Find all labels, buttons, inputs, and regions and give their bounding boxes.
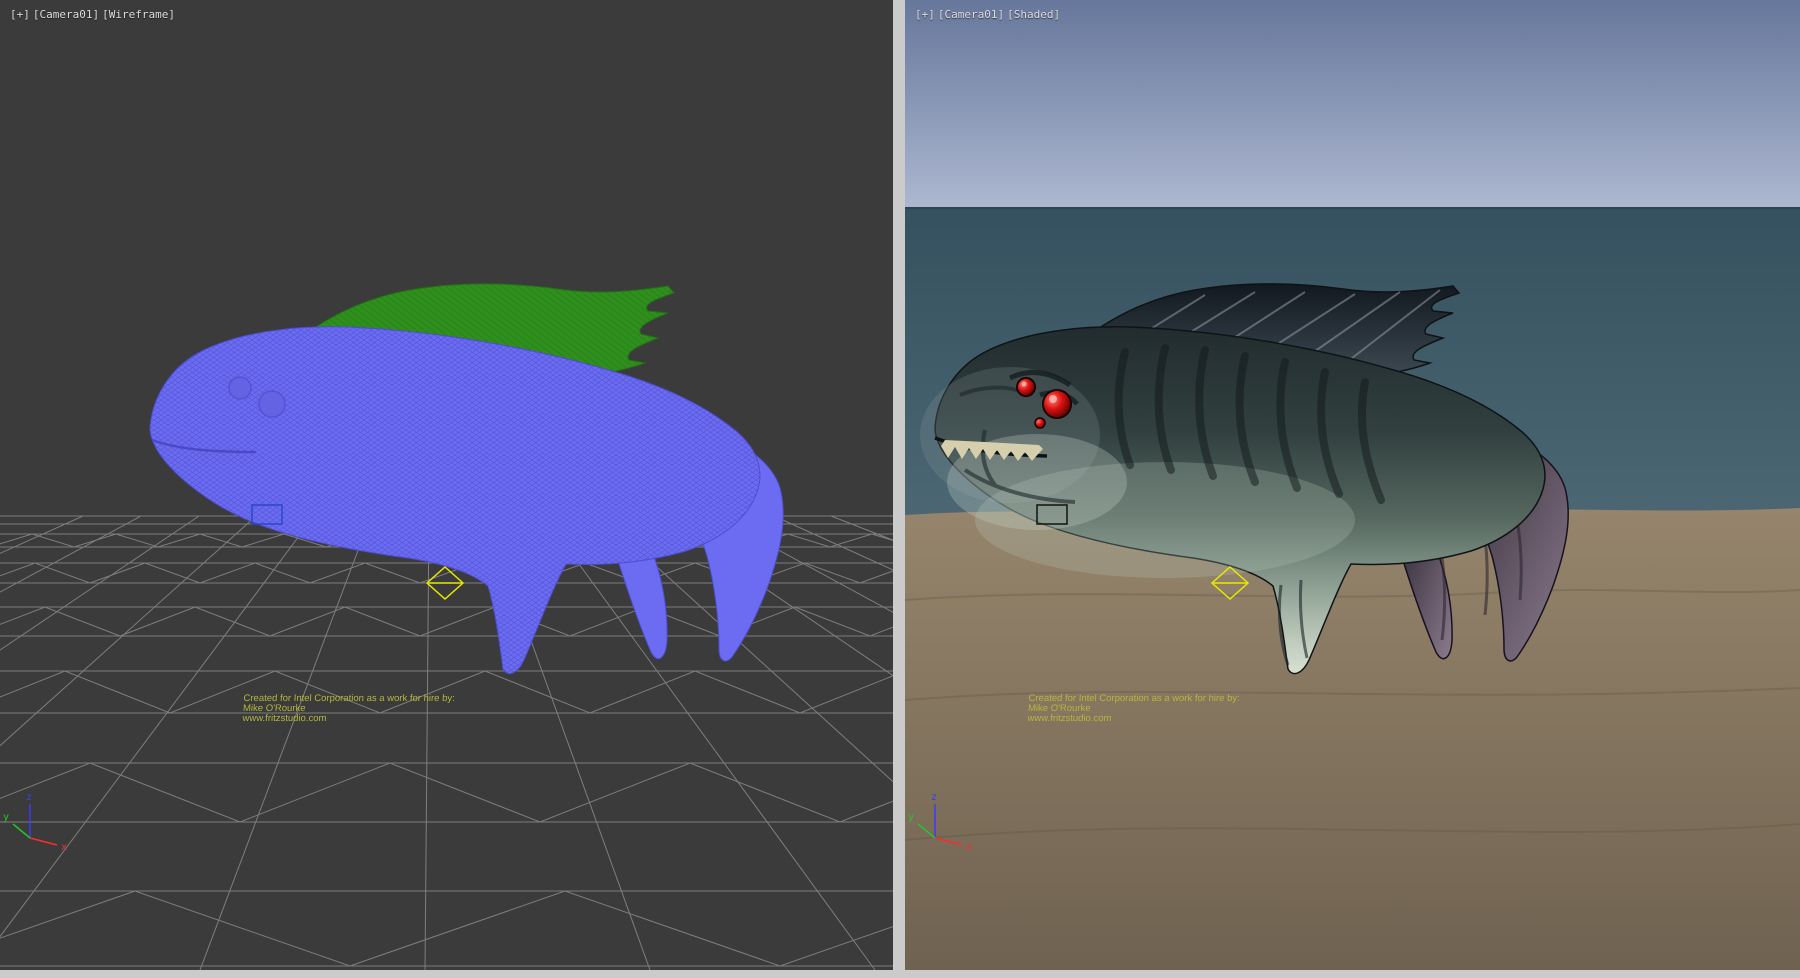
- axis-y-label: y: [908, 812, 914, 823]
- axis-y-label: y: [3, 812, 9, 823]
- viewport-menu-shading[interactable]: [Shaded]: [1007, 8, 1060, 21]
- axis-z-label: z: [26, 792, 32, 803]
- eye-third: [1035, 418, 1045, 428]
- sky: [905, 0, 1800, 209]
- credit-line3: www.fritzstudio.com: [242, 714, 454, 724]
- credit-text: Created for Intel Corporation as a work …: [242, 694, 455, 724]
- credit-line2: Mike O'Rourke: [1028, 704, 1240, 714]
- eye-large: [1043, 390, 1071, 418]
- axis-z-label: z: [931, 792, 937, 803]
- viewport-label-right: [+] [Camera01] [Shaded]: [915, 8, 1060, 21]
- viewport-wireframe[interactable]: [+] [Camera01] [Wireframe] Created for I…: [0, 0, 893, 970]
- viewport-menu-shading[interactable]: [Wireframe]: [102, 8, 175, 21]
- credit-line3: www.fritzstudio.com: [1027, 714, 1239, 724]
- viewport-label-left: [+] [Camera01] [Wireframe]: [10, 8, 175, 21]
- viewport-bottom-border: [0, 970, 1800, 978]
- wireframe-scene[interactable]: z x y: [0, 0, 893, 970]
- eye-ring-large: [259, 391, 285, 417]
- viewport-splitter[interactable]: [893, 0, 905, 970]
- eye-small-highlight: [1022, 382, 1027, 387]
- viewport-menu-plus[interactable]: [+]: [10, 8, 30, 21]
- credit-line2: Mike O'Rourke: [243, 704, 455, 714]
- viewport-menu-camera[interactable]: [Camera01]: [938, 8, 1004, 21]
- axis-x-label: x: [61, 842, 67, 853]
- eye-ring-small: [229, 377, 251, 399]
- shaded-scene[interactable]: z x y: [905, 0, 1800, 970]
- credit-text: Created for Intel Corporation as a work …: [1027, 694, 1240, 724]
- eye-large-highlight: [1049, 395, 1057, 403]
- viewport-shaded[interactable]: [+] [Camera01] [Shaded] Created for Inte…: [905, 0, 1800, 970]
- viewport-menu-plus[interactable]: [+]: [915, 8, 935, 21]
- sand-ground[interactable]: [905, 508, 1800, 970]
- eye-small: [1017, 378, 1035, 396]
- viewport-menu-camera[interactable]: [Camera01]: [33, 8, 99, 21]
- max-viewport-area: [+] [Camera01] [Wireframe] Created for I…: [0, 0, 1800, 978]
- axis-x-label: x: [966, 842, 972, 853]
